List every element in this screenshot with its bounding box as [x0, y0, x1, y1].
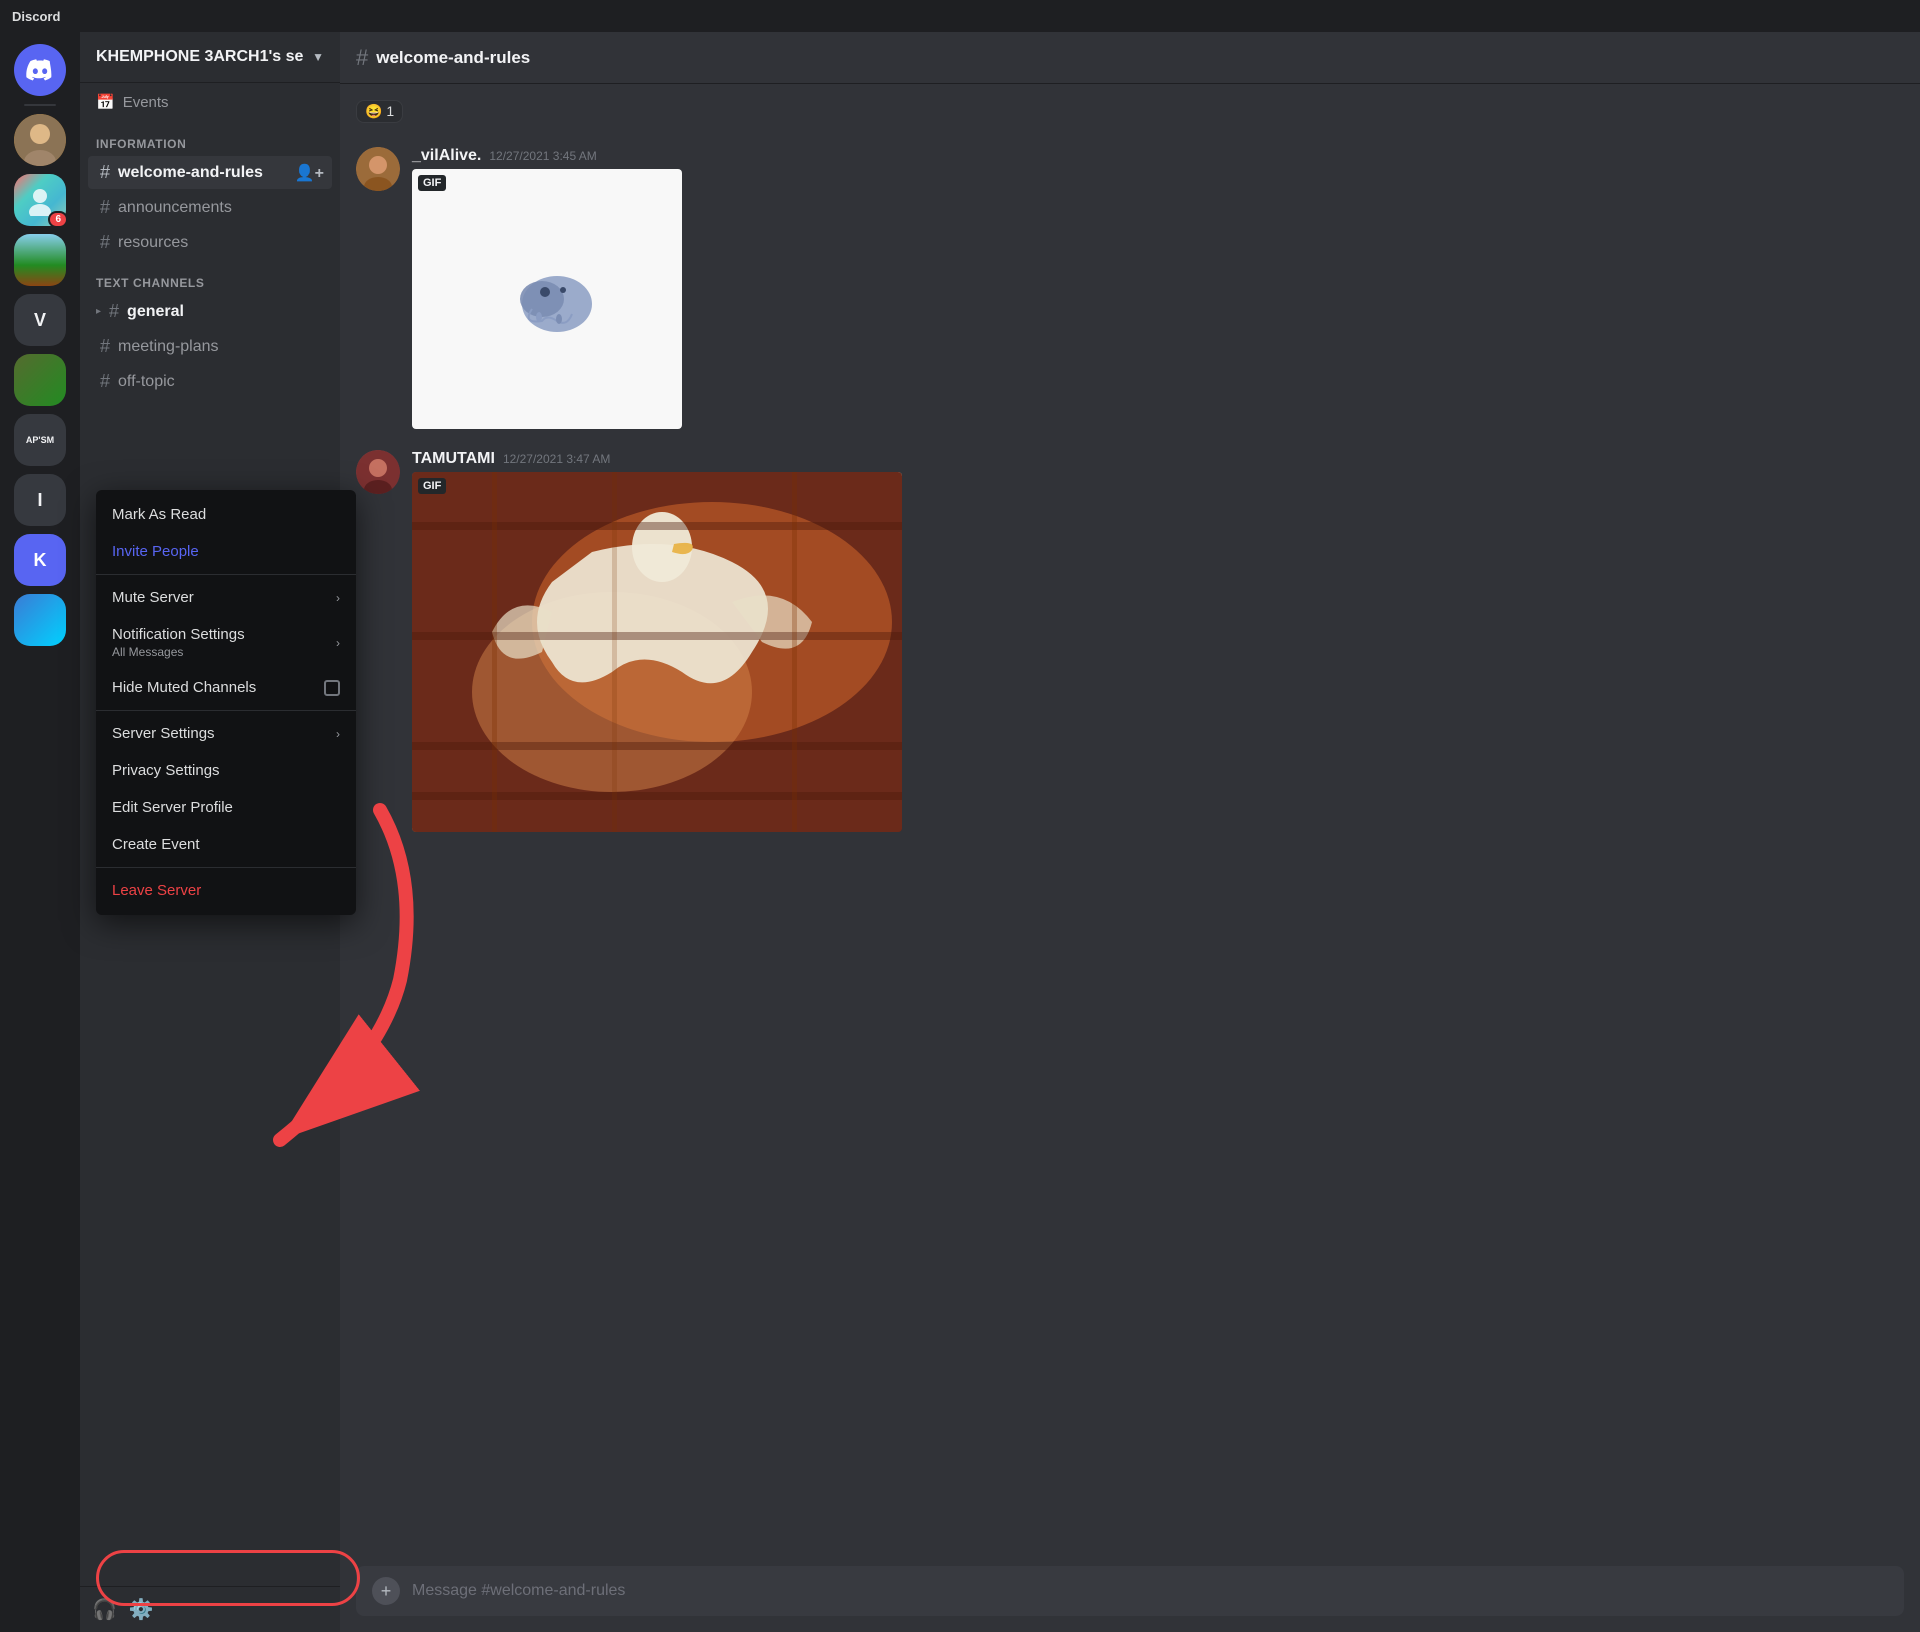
message-tamutami: TAMUTAMI 12/27/2021 3:47 AM — [356, 450, 1904, 837]
channel-announcements[interactable]: # announcements — [88, 191, 332, 224]
server-divider — [24, 104, 56, 106]
ctx-mark-as-read[interactable]: Mark As Read — [96, 496, 356, 533]
hash-icon: # — [100, 162, 110, 183]
channel-name-resources: resources — [118, 234, 188, 252]
ctx-mute-server[interactable]: Mute Server › — [96, 579, 356, 616]
message-content-tamutami: TAMUTAMI 12/27/2021 3:47 AM — [412, 450, 1904, 837]
chevron-down-icon: ▼ — [312, 50, 324, 64]
reaction-bar: 😆 1 — [356, 100, 1904, 123]
server-name: KHEMPHONE 3ARCH1's se — [96, 48, 303, 66]
ctx-leave-server[interactable]: Leave Server — [96, 872, 356, 909]
channel-name-meeting: meeting-plans — [118, 338, 219, 356]
channel-header-hash-icon: # — [356, 45, 368, 71]
calendar-icon: 📅 — [96, 93, 115, 111]
gif-badge-2: GIF — [418, 478, 446, 494]
ctx-edit-server-profile[interactable]: Edit Server Profile — [96, 789, 356, 826]
gif-container-tamutami: GIF — [412, 472, 902, 832]
channel-meeting-plans[interactable]: # meeting-plans — [88, 330, 332, 363]
channel-name-welcome: welcome-and-rules — [118, 164, 263, 182]
events-item[interactable]: 📅 Events — [80, 83, 340, 121]
hash-icon: # — [100, 336, 110, 357]
ctx-arrow-notification: › — [336, 636, 340, 650]
message-content-vilalive: _vilAlive. 12/27/2021 3:45 AM — [412, 147, 1904, 434]
avatar-vilalive — [356, 147, 400, 191]
add-member-icon: 👤+ — [295, 163, 324, 183]
server-icon-6[interactable] — [14, 594, 66, 646]
message-vilalive: _vilAlive. 12/27/2021 3:45 AM — [356, 147, 1904, 434]
ctx-privacy-settings[interactable]: Privacy Settings — [96, 752, 356, 789]
server-icon-4[interactable] — [14, 354, 66, 406]
server-icon-3[interactable] — [14, 234, 66, 286]
ctx-hide-muted-channels[interactable]: Hide Muted Channels — [96, 669, 356, 706]
ctx-checkbox-hide-muted[interactable] — [324, 680, 340, 696]
ctx-notification-settings[interactable]: Notification Settings All Messages › — [96, 616, 356, 669]
title-bar: Discord — [0, 0, 1920, 32]
message-header-vilalive: _vilAlive. 12/27/2021 3:45 AM — [412, 147, 1904, 165]
server-icon-k[interactable]: K — [14, 534, 66, 586]
message-input[interactable]: Message #welcome-and-rules — [412, 1582, 1888, 1600]
headphone-icon[interactable]: 🎧 — [92, 1597, 117, 1622]
channel-name-general: general — [127, 303, 184, 321]
channel-header: # welcome-and-rules — [340, 32, 1920, 84]
channel-off-topic[interactable]: # off-topic — [88, 365, 332, 398]
channel-general[interactable]: ▸ # general — [88, 295, 332, 328]
server-header[interactable]: KHEMPHONE 3ARCH1's se ▼ — [80, 32, 340, 83]
hash-icon: # — [109, 301, 119, 322]
channel-name-off-topic: off-topic — [118, 373, 175, 391]
channel-category-information: INFORMATION — [80, 121, 340, 155]
hash-icon: # — [100, 232, 110, 253]
server-badge-2: 6 — [48, 211, 68, 228]
channel-resources[interactable]: # resources — [88, 226, 332, 259]
server-icon-v[interactable]: V — [14, 294, 66, 346]
message-input-bar: + Message #welcome-and-rules — [340, 1550, 1920, 1632]
timestamp-tamutami: 12/27/2021 3:47 AM — [503, 452, 610, 466]
ctx-divider-2 — [96, 710, 356, 711]
username-vilalive: _vilAlive. — [412, 147, 481, 165]
gif-image-bird — [412, 169, 682, 429]
settings-icon[interactable]: ⚙️ — [129, 1597, 154, 1622]
ctx-invite-people[interactable]: Invite People — [96, 533, 356, 570]
channel-name-announcements: announcements — [118, 199, 232, 217]
channel-welcome-and-rules[interactable]: # welcome-and-rules 👤+ — [88, 156, 332, 189]
hash-icon: # — [100, 371, 110, 392]
hash-icon: # — [100, 197, 110, 218]
app-title: Discord — [12, 9, 60, 24]
ctx-server-settings[interactable]: Server Settings › — [96, 715, 356, 752]
ctx-divider-3 — [96, 867, 356, 868]
main-content: # welcome-and-rules 😆 1 _vilAlive. — [340, 32, 1920, 1632]
events-label: Events — [123, 94, 169, 111]
server-sidebar: 6 V AP'SM I K — [0, 32, 80, 1632]
server-icon-2[interactable]: 6 — [14, 174, 66, 226]
message-header-tamutami: TAMUTAMI 12/27/2021 3:47 AM — [412, 450, 1904, 468]
server-icon-apsm[interactable]: AP'SM — [14, 414, 66, 466]
add-attachment-button[interactable]: + — [372, 1577, 400, 1605]
timestamp-vilalive: 12/27/2021 3:45 AM — [489, 149, 596, 163]
channel-header-name: welcome-and-rules — [376, 48, 530, 68]
ctx-create-event[interactable]: Create Event — [96, 826, 356, 863]
ctx-arrow-settings: › — [336, 727, 340, 741]
ctx-arrow-mute: › — [336, 591, 340, 605]
server-icon-discord-home[interactable] — [14, 44, 66, 96]
gif-image-seagull — [412, 472, 902, 832]
gif-badge-1: GIF — [418, 175, 446, 191]
gif-container-vilalive: GIF — [412, 169, 682, 429]
messages-area: 😆 1 _vilAlive. 12/27/2021 3:45 AM — [340, 84, 1920, 1550]
reaction-laugh[interactable]: 😆 1 — [356, 100, 403, 123]
server-icon-i[interactable]: I — [14, 474, 66, 526]
channel-category-text: TEXT CHANNELS — [80, 260, 340, 294]
avatar-tamutami — [356, 450, 400, 494]
server-icon-1[interactable] — [14, 114, 66, 166]
username-tamutami: TAMUTAMI — [412, 450, 495, 468]
context-menu: Mark As Read Invite People Mute Server ›… — [96, 490, 356, 915]
bullet-icon: ▸ — [96, 306, 101, 317]
message-input-wrapper: + Message #welcome-and-rules — [356, 1566, 1904, 1616]
ctx-divider-1 — [96, 574, 356, 575]
